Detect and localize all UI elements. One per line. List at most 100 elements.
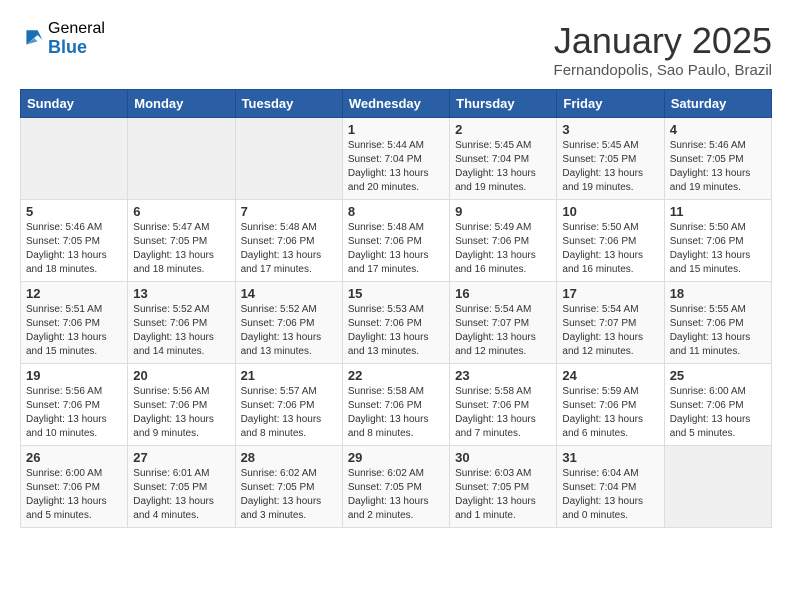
cell-content: Sunrise: 5:50 AM Sunset: 7:06 PM Dayligh… [562, 221, 658, 277]
calendar-cell: 17 Sunrise: 5:54 AM Sunset: 7:07 PM Dayl… [557, 282, 664, 364]
cell-content: Sunrise: 5:48 AM Sunset: 7:06 PM Dayligh… [241, 221, 337, 277]
day-number: 2 [455, 122, 551, 137]
cell-content: Sunrise: 5:58 AM Sunset: 7:06 PM Dayligh… [455, 385, 551, 441]
cell-content: Sunrise: 6:02 AM Sunset: 7:05 PM Dayligh… [241, 467, 337, 523]
logo-text: General Blue [48, 20, 105, 57]
calendar-cell: 13 Sunrise: 5:52 AM Sunset: 7:06 PM Dayl… [128, 282, 235, 364]
cell-content: Sunrise: 5:58 AM Sunset: 7:06 PM Dayligh… [348, 385, 444, 441]
day-number: 31 [562, 450, 658, 465]
cell-content: Sunrise: 5:47 AM Sunset: 7:05 PM Dayligh… [133, 221, 229, 277]
day-number: 1 [348, 122, 444, 137]
weekday-header: Saturday [664, 90, 771, 118]
calendar-cell: 7 Sunrise: 5:48 AM Sunset: 7:06 PM Dayli… [235, 200, 342, 282]
calendar-cell: 25 Sunrise: 6:00 AM Sunset: 7:06 PM Dayl… [664, 364, 771, 446]
cell-content: Sunrise: 6:00 AM Sunset: 7:06 PM Dayligh… [26, 467, 122, 523]
day-number: 16 [455, 286, 551, 301]
day-number: 5 [26, 204, 122, 219]
calendar-cell: 29 Sunrise: 6:02 AM Sunset: 7:05 PM Dayl… [342, 446, 449, 528]
calendar-cell: 26 Sunrise: 6:00 AM Sunset: 7:06 PM Dayl… [21, 446, 128, 528]
day-number: 25 [670, 368, 766, 383]
cell-content: Sunrise: 5:52 AM Sunset: 7:06 PM Dayligh… [241, 303, 337, 359]
cell-content: Sunrise: 5:56 AM Sunset: 7:06 PM Dayligh… [26, 385, 122, 441]
day-number: 13 [133, 286, 229, 301]
calendar-cell: 10 Sunrise: 5:50 AM Sunset: 7:06 PM Dayl… [557, 200, 664, 282]
calendar-cell [128, 118, 235, 200]
page-header: General Blue January 2025 Fernandopolis,… [20, 20, 772, 79]
day-number: 26 [26, 450, 122, 465]
calendar-cell: 8 Sunrise: 5:48 AM Sunset: 7:06 PM Dayli… [342, 200, 449, 282]
cell-content: Sunrise: 5:44 AM Sunset: 7:04 PM Dayligh… [348, 139, 444, 195]
calendar-cell: 14 Sunrise: 5:52 AM Sunset: 7:06 PM Dayl… [235, 282, 342, 364]
calendar-cell: 31 Sunrise: 6:04 AM Sunset: 7:04 PM Dayl… [557, 446, 664, 528]
calendar-cell [664, 446, 771, 528]
calendar-week-row: 26 Sunrise: 6:00 AM Sunset: 7:06 PM Dayl… [21, 446, 772, 528]
day-number: 30 [455, 450, 551, 465]
weekday-header-row: SundayMondayTuesdayWednesdayThursdayFrid… [21, 90, 772, 118]
cell-content: Sunrise: 5:45 AM Sunset: 7:04 PM Dayligh… [455, 139, 551, 195]
cell-content: Sunrise: 5:56 AM Sunset: 7:06 PM Dayligh… [133, 385, 229, 441]
cell-content: Sunrise: 5:54 AM Sunset: 7:07 PM Dayligh… [562, 303, 658, 359]
calendar-cell: 27 Sunrise: 6:01 AM Sunset: 7:05 PM Dayl… [128, 446, 235, 528]
calendar-cell: 28 Sunrise: 6:02 AM Sunset: 7:05 PM Dayl… [235, 446, 342, 528]
cell-content: Sunrise: 5:59 AM Sunset: 7:06 PM Dayligh… [562, 385, 658, 441]
logo-blue: Blue [48, 38, 105, 58]
cell-content: Sunrise: 5:49 AM Sunset: 7:06 PM Dayligh… [455, 221, 551, 277]
cell-content: Sunrise: 5:51 AM Sunset: 7:06 PM Dayligh… [26, 303, 122, 359]
calendar-cell: 12 Sunrise: 5:51 AM Sunset: 7:06 PM Dayl… [21, 282, 128, 364]
calendar-cell: 6 Sunrise: 5:47 AM Sunset: 7:05 PM Dayli… [128, 200, 235, 282]
cell-content: Sunrise: 6:02 AM Sunset: 7:05 PM Dayligh… [348, 467, 444, 523]
day-number: 19 [26, 368, 122, 383]
calendar-week-row: 1 Sunrise: 5:44 AM Sunset: 7:04 PM Dayli… [21, 118, 772, 200]
cell-content: Sunrise: 5:54 AM Sunset: 7:07 PM Dayligh… [455, 303, 551, 359]
calendar-cell: 24 Sunrise: 5:59 AM Sunset: 7:06 PM Dayl… [557, 364, 664, 446]
cell-content: Sunrise: 5:53 AM Sunset: 7:06 PM Dayligh… [348, 303, 444, 359]
calendar-week-row: 5 Sunrise: 5:46 AM Sunset: 7:05 PM Dayli… [21, 200, 772, 282]
cell-content: Sunrise: 5:45 AM Sunset: 7:05 PM Dayligh… [562, 139, 658, 195]
cell-content: Sunrise: 5:55 AM Sunset: 7:06 PM Dayligh… [670, 303, 766, 359]
calendar-cell: 9 Sunrise: 5:49 AM Sunset: 7:06 PM Dayli… [450, 200, 557, 282]
day-number: 6 [133, 204, 229, 219]
weekday-header: Friday [557, 90, 664, 118]
logo-general: General [48, 20, 105, 38]
calendar-cell [235, 118, 342, 200]
day-number: 15 [348, 286, 444, 301]
calendar-cell: 19 Sunrise: 5:56 AM Sunset: 7:06 PM Dayl… [21, 364, 128, 446]
calendar-cell: 21 Sunrise: 5:57 AM Sunset: 7:06 PM Dayl… [235, 364, 342, 446]
calendar-week-row: 12 Sunrise: 5:51 AM Sunset: 7:06 PM Dayl… [21, 282, 772, 364]
calendar-cell: 22 Sunrise: 5:58 AM Sunset: 7:06 PM Dayl… [342, 364, 449, 446]
day-number: 28 [241, 450, 337, 465]
cell-content: Sunrise: 5:48 AM Sunset: 7:06 PM Dayligh… [348, 221, 444, 277]
weekday-header: Wednesday [342, 90, 449, 118]
calendar-table: SundayMondayTuesdayWednesdayThursdayFrid… [20, 89, 772, 528]
calendar-cell: 5 Sunrise: 5:46 AM Sunset: 7:05 PM Dayli… [21, 200, 128, 282]
day-number: 8 [348, 204, 444, 219]
cell-content: Sunrise: 5:57 AM Sunset: 7:06 PM Dayligh… [241, 385, 337, 441]
calendar-cell: 15 Sunrise: 5:53 AM Sunset: 7:06 PM Dayl… [342, 282, 449, 364]
day-number: 24 [562, 368, 658, 383]
calendar-cell: 2 Sunrise: 5:45 AM Sunset: 7:04 PM Dayli… [450, 118, 557, 200]
calendar-cell: 3 Sunrise: 5:45 AM Sunset: 7:05 PM Dayli… [557, 118, 664, 200]
calendar-cell: 11 Sunrise: 5:50 AM Sunset: 7:06 PM Dayl… [664, 200, 771, 282]
cell-content: Sunrise: 6:00 AM Sunset: 7:06 PM Dayligh… [670, 385, 766, 441]
cell-content: Sunrise: 6:01 AM Sunset: 7:05 PM Dayligh… [133, 467, 229, 523]
day-number: 23 [455, 368, 551, 383]
day-number: 17 [562, 286, 658, 301]
day-number: 12 [26, 286, 122, 301]
day-number: 7 [241, 204, 337, 219]
calendar-cell: 4 Sunrise: 5:46 AM Sunset: 7:05 PM Dayli… [664, 118, 771, 200]
day-number: 14 [241, 286, 337, 301]
cell-content: Sunrise: 5:46 AM Sunset: 7:05 PM Dayligh… [26, 221, 122, 277]
day-number: 18 [670, 286, 766, 301]
day-number: 22 [348, 368, 444, 383]
weekday-header: Monday [128, 90, 235, 118]
calendar-cell: 1 Sunrise: 5:44 AM Sunset: 7:04 PM Dayli… [342, 118, 449, 200]
calendar-cell: 30 Sunrise: 6:03 AM Sunset: 7:05 PM Dayl… [450, 446, 557, 528]
day-number: 9 [455, 204, 551, 219]
location: Fernandopolis, Sao Paulo, Brazil [554, 62, 772, 79]
cell-content: Sunrise: 6:03 AM Sunset: 7:05 PM Dayligh… [455, 467, 551, 523]
weekday-header: Thursday [450, 90, 557, 118]
day-number: 20 [133, 368, 229, 383]
cell-content: Sunrise: 6:04 AM Sunset: 7:04 PM Dayligh… [562, 467, 658, 523]
calendar-cell: 18 Sunrise: 5:55 AM Sunset: 7:06 PM Dayl… [664, 282, 771, 364]
day-number: 10 [562, 204, 658, 219]
